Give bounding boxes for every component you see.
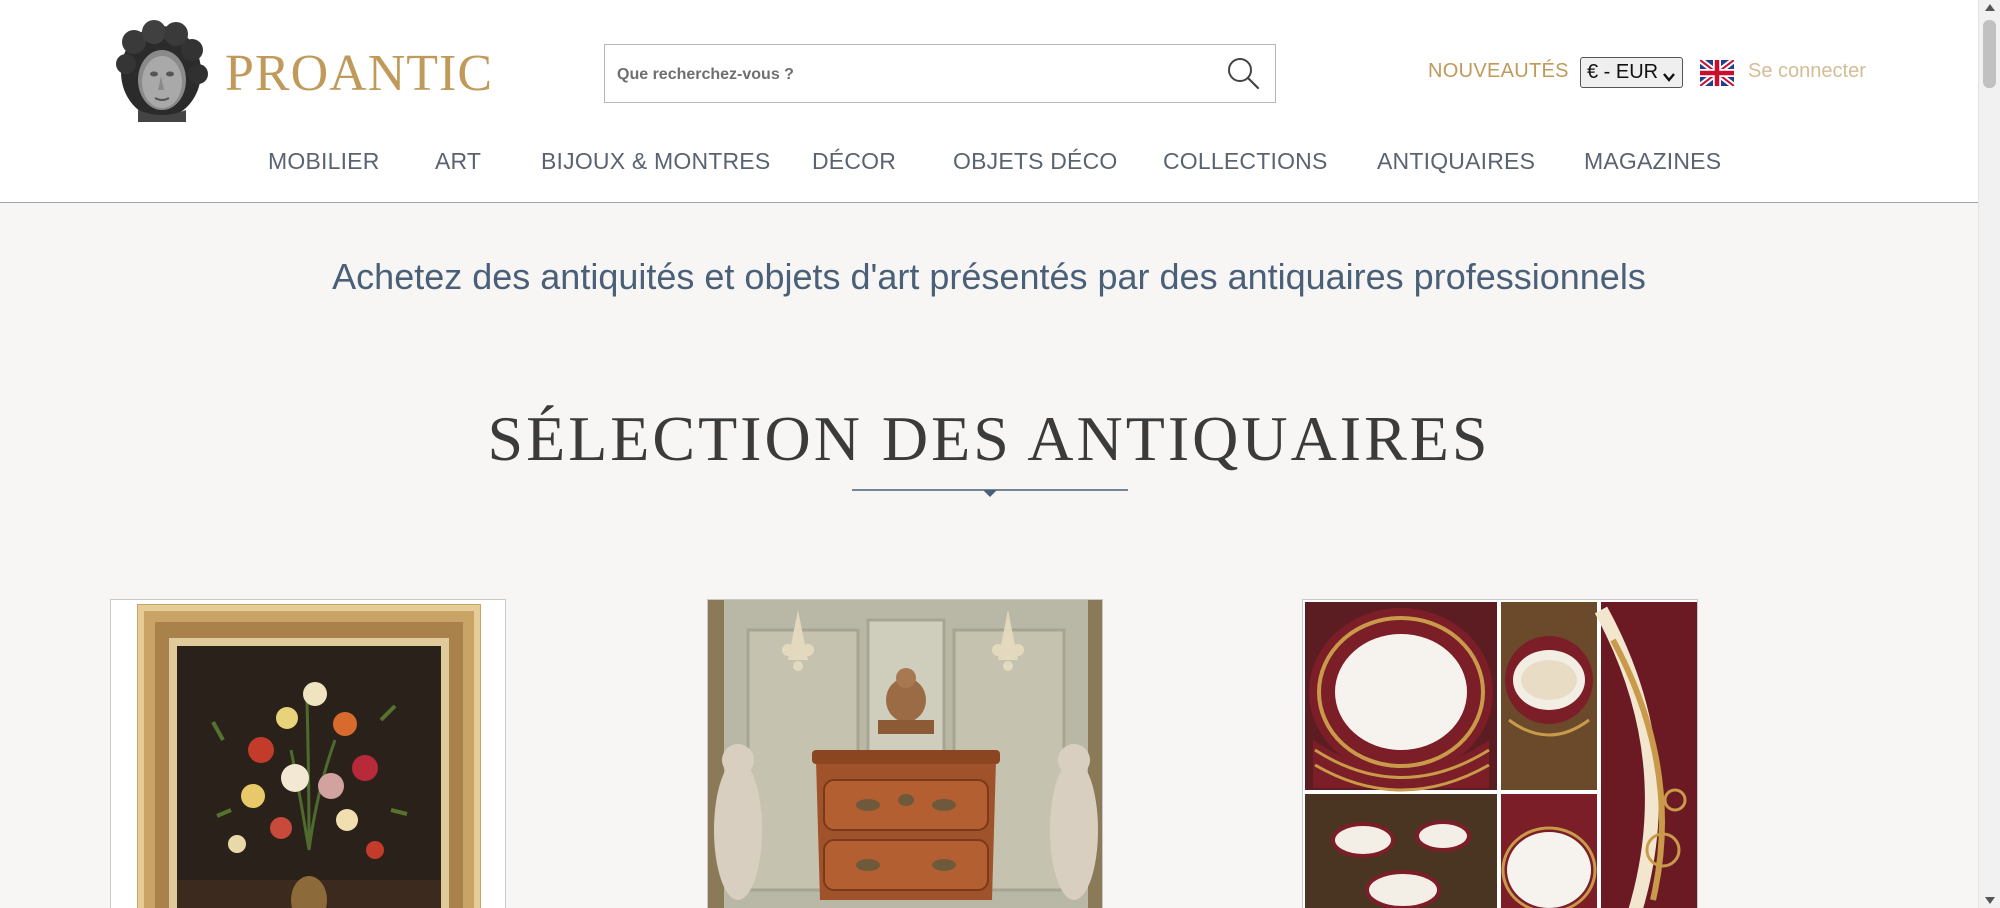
product-image-painting (111, 600, 505, 908)
nav-item-magazines[interactable]: MAGAZINES (1584, 148, 1721, 175)
scroll-down-arrow-icon[interactable] (1985, 897, 1995, 904)
nav-item-collections[interactable]: COLLECTIONS (1163, 148, 1328, 175)
brand-name[interactable]: PROANTIC (225, 44, 493, 103)
product-image-commode (708, 600, 1102, 908)
product-image-porcelain (1303, 600, 1697, 908)
product-card-commode[interactable] (707, 599, 1103, 908)
uk-flag-icon[interactable] (1698, 57, 1736, 89)
section-title: SÉLECTION DES ANTIQUAIRES (487, 403, 1491, 474)
antique-bust-logo-icon[interactable] (112, 20, 210, 122)
nav-item-bijoux-montres[interactable]: BIJOUX & MONTRES (541, 148, 770, 175)
search-icon[interactable] (1225, 55, 1261, 91)
scroll-thumb[interactable] (1983, 20, 1996, 88)
tagline: Achetez des antiquités et objets d'art p… (332, 256, 1646, 297)
currency-select[interactable]: € - EUR (1580, 57, 1683, 88)
chevron-down-icon (1662, 64, 1676, 93)
scroll-up-arrow-icon[interactable] (1985, 4, 1995, 11)
nav-item-mobilier[interactable]: MOBILIER (268, 148, 380, 175)
main-nav: MOBILIER ART BIJOUX & MONTRES DÉCOR OBJE… (0, 148, 1978, 178)
site-header: PROANTIC NOUVEAUTÉS € - EUR Se connecter… (0, 0, 1978, 203)
new-arrivals-link[interactable]: NOUVEAUTÉS (1428, 60, 1569, 83)
title-divider (852, 488, 1128, 502)
nav-item-art[interactable]: ART (435, 148, 481, 175)
currency-selected: € - EUR (1587, 61, 1659, 83)
nav-item-decor[interactable]: DÉCOR (812, 148, 896, 175)
page-scrollbar[interactable] (1978, 0, 2000, 908)
search-input[interactable] (617, 45, 1197, 102)
login-link[interactable]: Se connecter (1748, 60, 1866, 83)
search-bar (604, 44, 1276, 103)
nav-item-antiquaires[interactable]: ANTIQUAIRES (1377, 148, 1535, 175)
product-card-painting[interactable] (110, 599, 506, 908)
product-card-porcelain[interactable] (1302, 599, 1698, 908)
nav-item-objets-deco[interactable]: OBJETS DÉCO (953, 148, 1118, 175)
